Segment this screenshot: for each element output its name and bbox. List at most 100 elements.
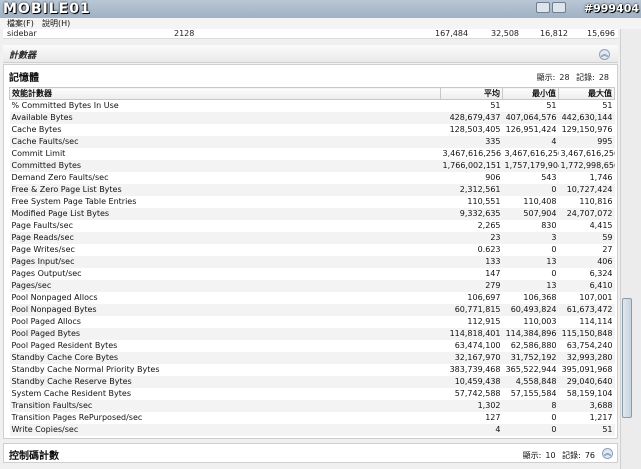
counter-name-cell: Transition Faults/sec bbox=[9, 400, 441, 412]
counter-name-cell: Cache Bytes bbox=[11, 125, 62, 134]
table-row[interactable]: Commit Limit 3,467,616,256 3,467,616,256 3,… bbox=[10, 148, 615, 160]
table-row[interactable]: Standby Cache Normal Priority Bytes 383,7… bbox=[10, 364, 615, 376]
table-row[interactable]: Transition Faults/sec 1,302 8 3,688 bbox=[9, 400, 615, 412]
table-row[interactable]: % Committed Bytes In Use 51 51 51 bbox=[10, 100, 615, 113]
site-logo: MOBILE01 bbox=[3, 1, 91, 17]
table-row[interactable]: Cache Bytes 128,503,405 126,951,424 129,150… bbox=[10, 124, 615, 136]
scrollbar-thumb[interactable] bbox=[622, 298, 632, 418]
table-row[interactable]: Modified Page List Bytes 9,332,635 507,904… bbox=[9, 208, 615, 220]
table-row[interactable]: Cache Faults/sec 335 4 995 bbox=[9, 136, 615, 148]
title-bar: MOBILE01 #999404 bbox=[0, 0, 641, 18]
row-value: 2128 bbox=[174, 29, 195, 38]
column-header-max[interactable]: 最大值 bbox=[558, 87, 615, 100]
table-row[interactable]: Standby Cache Core Bytes 32,167,970 31,752… bbox=[9, 352, 615, 364]
value-cell: 51 bbox=[546, 101, 557, 110]
value-cell: 32,167,970 bbox=[440, 352, 503, 364]
row-value: 167,484 bbox=[435, 29, 469, 38]
table-row: sidebar 2128 167,484 32,508 16,812 15,69… bbox=[3, 29, 618, 39]
value-cell: 147 bbox=[485, 269, 501, 278]
table-row[interactable]: Page Writes/sec 0.623 0 27 bbox=[10, 244, 615, 256]
value-cell: 133 bbox=[440, 256, 503, 268]
counter-name-cell: Write Copies/sec bbox=[9, 424, 441, 436]
table-row[interactable]: Pages Input/sec 133 13 406 bbox=[9, 256, 615, 268]
value-cell: 395,091,968 bbox=[561, 365, 613, 374]
value-cell: 114,114 bbox=[579, 317, 613, 326]
value-cell: 4,415 bbox=[589, 221, 613, 230]
value-cell: 51 bbox=[602, 101, 613, 110]
menu-bar: 檔案(F) 說明(H) bbox=[0, 18, 641, 29]
value-cell: 110,003 bbox=[523, 317, 557, 326]
value-cell: 4 bbox=[502, 136, 559, 148]
value-cell: 62,586,880 bbox=[510, 341, 557, 350]
value-cell: 63,474,100 bbox=[454, 341, 501, 350]
value-cell: 0 bbox=[502, 184, 559, 196]
value-cell: 3,688 bbox=[558, 400, 615, 412]
value-cell: 442,630,144 bbox=[558, 112, 615, 124]
collapse-icon[interactable]: ︽ bbox=[599, 49, 610, 60]
menu-help[interactable]: 說明(H) bbox=[42, 18, 70, 29]
value-cell: 830 bbox=[541, 221, 557, 230]
value-cell: 106,368 bbox=[523, 293, 557, 302]
table-row[interactable]: Free & Zero Page List Bytes 2,312,561 0 10,… bbox=[9, 184, 615, 196]
table-row[interactable]: Committed Bytes 1,766,002,151 1,757,179,90… bbox=[9, 160, 615, 172]
table-row[interactable]: Standby Cache Reserve Bytes 10,459,438 4,5… bbox=[9, 376, 615, 388]
value-cell: 110,551 bbox=[467, 197, 501, 206]
value-cell: 3 bbox=[502, 232, 559, 244]
shown-label: 顯示: bbox=[522, 451, 542, 460]
collapse-icon[interactable]: ︽ bbox=[602, 448, 613, 459]
counters-section-header[interactable]: 計數器 ︽ bbox=[3, 45, 618, 63]
maximize-button[interactable] bbox=[552, 2, 566, 13]
table-row[interactable]: Pool Nonpaged Bytes 60,771,815 60,493,824 6… bbox=[9, 304, 615, 316]
row-name: sidebar bbox=[7, 29, 37, 38]
counter-name-cell: Standby Cache Reserve Bytes bbox=[9, 376, 441, 388]
value-cell: 31,752,192 bbox=[502, 352, 559, 364]
menu-file[interactable]: 檔案(F) bbox=[7, 18, 34, 29]
table-row[interactable]: Pool Paged Allocs 112,915 110,003 114,114 bbox=[10, 316, 615, 328]
counter-name-cell: Committed Bytes bbox=[9, 160, 441, 172]
value-cell: 0 bbox=[502, 424, 559, 436]
value-cell: 126,951,424 bbox=[505, 125, 557, 134]
value-cell: 115,150,848 bbox=[558, 328, 615, 340]
minimize-button[interactable] bbox=[536, 2, 550, 13]
table-row[interactable]: Transition Pages RePurposed/sec 127 0 1,217 bbox=[10, 412, 615, 424]
value-cell: 0 bbox=[551, 413, 557, 422]
value-cell: 4,558,848 bbox=[502, 376, 559, 388]
value-cell: 3,467,616,256 bbox=[442, 149, 502, 158]
column-header-min[interactable]: 最小值 bbox=[502, 87, 559, 100]
counter-name-cell: Free System Page Table Entries bbox=[11, 197, 137, 206]
value-cell: 3,467,616,256 bbox=[560, 149, 615, 158]
counter-name-cell: Transition Pages RePurposed/sec bbox=[11, 413, 143, 422]
table-row[interactable]: Page Faults/sec 2,265 830 4,415 bbox=[10, 220, 615, 232]
counter-name-cell: Demand Zero Faults/sec bbox=[11, 173, 109, 182]
value-cell: 58,159,104 bbox=[566, 389, 613, 398]
counter-name-cell: Pages Input/sec bbox=[9, 256, 441, 268]
value-cell: 2,265 bbox=[477, 221, 501, 230]
column-header-average[interactable]: 平均 bbox=[440, 87, 503, 100]
table-row[interactable]: Pages/sec 279 13 6,410 bbox=[9, 280, 615, 292]
table-row[interactable]: Page Reads/sec 23 3 59 bbox=[9, 232, 615, 244]
value-cell: 10,459,438 bbox=[440, 376, 503, 388]
counter-name-cell: Pool Nonpaged Allocs bbox=[11, 293, 98, 302]
table-row[interactable]: Pages Output/sec 147 0 6,324 bbox=[10, 268, 615, 280]
value-cell: 0 bbox=[551, 245, 557, 254]
table-row[interactable]: Pool Nonpaged Allocs 106,697 106,368 107,00… bbox=[10, 292, 615, 304]
value-cell: 0.623 bbox=[477, 245, 501, 254]
shown-count: 28 bbox=[559, 73, 570, 82]
value-cell: 13 bbox=[502, 280, 559, 292]
handle-count-panel: 控制碼計數 顯示: 10 記錄: 76 ︽ bbox=[3, 443, 618, 463]
value-cell: 507,904 bbox=[502, 208, 559, 220]
table-row[interactable]: Write Copies/sec 4 0 51 bbox=[9, 424, 615, 436]
column-header-counter[interactable]: 效能計數器 bbox=[9, 87, 441, 100]
value-cell: 407,064,576 bbox=[502, 112, 559, 124]
table-row[interactable]: Available Bytes 428,679,437 407,064,576 442… bbox=[9, 112, 615, 124]
table-row[interactable]: Pool Paged Bytes 114,818,401 114,384,896 11… bbox=[9, 328, 615, 340]
value-cell: 128,503,405 bbox=[449, 125, 501, 134]
table-row[interactable]: System Cache Resident Bytes 57,742,588 57,… bbox=[10, 388, 615, 400]
table-row[interactable]: Demand Zero Faults/sec 906 543 1,746 bbox=[10, 172, 615, 184]
value-cell: 32,993,280 bbox=[558, 352, 615, 364]
counter-name-cell: % Committed Bytes In Use bbox=[11, 101, 119, 110]
value-cell: 995 bbox=[558, 136, 615, 148]
table-row[interactable]: Pool Paged Resident Bytes 63,474,100 62,58… bbox=[10, 340, 615, 352]
section-title: 計數器 bbox=[9, 51, 37, 61]
table-row[interactable]: Free System Page Table Entries 110,551 110… bbox=[10, 196, 615, 208]
